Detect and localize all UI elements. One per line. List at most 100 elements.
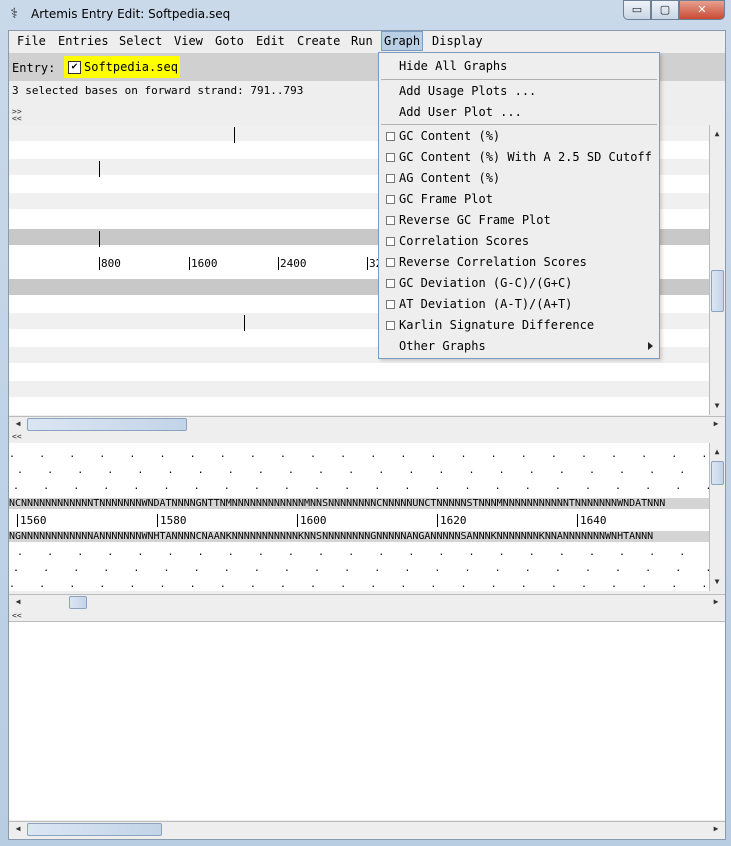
base-ruler-label: 1580 bbox=[157, 514, 187, 527]
menu-run[interactable]: Run bbox=[351, 34, 373, 48]
base-vertical-scrollbar[interactable]: ▲ ▼ bbox=[709, 443, 725, 591]
scroll-up-button[interactable]: ▲ bbox=[710, 127, 724, 141]
close-icon: ✕ bbox=[697, 3, 707, 16]
feature-panel-controls: >> << bbox=[12, 108, 22, 123]
ruler-tick-label: 1600 bbox=[189, 257, 218, 270]
selection-mark bbox=[99, 231, 100, 247]
graph-checkbox-icon[interactable] bbox=[386, 321, 395, 330]
scroll-left-button[interactable]: ◀ bbox=[11, 595, 25, 609]
graph-item-reverse-gc-frame[interactable]: Reverse GC Frame Plot bbox=[399, 213, 551, 227]
graph-checkbox-icon[interactable] bbox=[386, 132, 395, 141]
menu-display[interactable]: Display bbox=[432, 34, 483, 48]
graph-item-gc-deviation[interactable]: GC Deviation (G-C)/(G+C) bbox=[399, 276, 572, 290]
artemis-app-icon: ⚕ bbox=[10, 6, 19, 22]
window-title: Artemis Entry Edit: Softpedia.seq bbox=[31, 7, 231, 21]
frame-dots: . . . . . . . . . . . . . . . . . . . . … bbox=[9, 579, 709, 590]
frame-dots: . . . . . . . . . . . . . . . . . . . . … bbox=[13, 481, 709, 492]
graph-item-gc-frame[interactable]: GC Frame Plot bbox=[399, 192, 493, 206]
add-usage-plots-item[interactable]: Add Usage Plots ... bbox=[399, 84, 536, 98]
base-ruler-label: 1640 bbox=[577, 514, 607, 527]
base-ruler-label: 1600 bbox=[297, 514, 327, 527]
menu-separator bbox=[381, 124, 657, 125]
minimize-button[interactable]: ▭ bbox=[623, 0, 651, 20]
graph-checkbox-icon[interactable] bbox=[386, 258, 395, 267]
ruler-tick-label: 2400 bbox=[278, 257, 307, 270]
graph-item-karlin[interactable]: Karlin Signature Difference bbox=[399, 318, 594, 332]
menu-bar: File Entries Select View Goto Edit Creat… bbox=[9, 31, 725, 53]
entry-checkbox[interactable]: ✔ bbox=[68, 61, 81, 74]
graph-item-ag-content[interactable]: AG Content (%) bbox=[399, 171, 500, 185]
scroll-left-button[interactable]: ◀ bbox=[11, 822, 25, 836]
menu-entries[interactable]: Entries bbox=[58, 34, 109, 48]
menu-graph[interactable]: Graph bbox=[381, 31, 424, 51]
graph-checkbox-icon[interactable] bbox=[386, 174, 395, 183]
graph-checkbox-icon[interactable] bbox=[386, 237, 395, 246]
ruler-tick-label: 800 bbox=[99, 257, 121, 270]
scroll-down-button[interactable]: ▼ bbox=[710, 399, 724, 413]
base-panel-controls: << bbox=[12, 433, 22, 441]
collapse-button[interactable]: << bbox=[12, 612, 22, 620]
scroll-thumb[interactable] bbox=[27, 823, 162, 836]
graph-item-correlation[interactable]: Correlation Scores bbox=[399, 234, 529, 248]
graph-checkbox-icon[interactable] bbox=[386, 195, 395, 204]
menu-file[interactable]: File bbox=[17, 34, 46, 48]
minimize-icon: ▭ bbox=[631, 3, 643, 16]
graph-checkbox-icon[interactable] bbox=[386, 300, 395, 309]
menu-create[interactable]: Create bbox=[297, 34, 340, 48]
menu-view[interactable]: View bbox=[174, 34, 203, 48]
scroll-thumb[interactable] bbox=[27, 418, 187, 431]
entry-name: Softpedia.seq bbox=[84, 60, 178, 74]
scroll-left-button[interactable]: ◀ bbox=[11, 417, 25, 431]
frame-dots: . . . . . . . . . . . . . . . . . . . . … bbox=[17, 465, 709, 476]
maximize-icon: ▢ bbox=[659, 3, 671, 16]
collapse-button[interactable]: << bbox=[12, 115, 22, 123]
stop-codon-mark bbox=[244, 315, 245, 331]
title-bar[interactable]: ⚕ Artemis Entry Edit: Softpedia.seq ▭ ▢ … bbox=[0, 0, 731, 30]
frame-dots: . . . . . . . . . . . . . . . . . . . . … bbox=[13, 563, 709, 574]
frame-dots: . . . . . . . . . . . . . . . . . . . . … bbox=[17, 547, 709, 558]
hide-all-graphs-item[interactable]: Hide All Graphs bbox=[399, 59, 507, 73]
menu-edit[interactable]: Edit bbox=[256, 34, 285, 48]
close-button[interactable]: ✕ bbox=[679, 0, 725, 20]
scroll-right-button[interactable]: ▶ bbox=[709, 822, 723, 836]
entry-toggle[interactable]: ✔ Softpedia.seq bbox=[64, 56, 180, 78]
application-window: ⚕ Artemis Entry Edit: Softpedia.seq ▭ ▢ … bbox=[0, 0, 731, 846]
scroll-right-button[interactable]: ▶ bbox=[709, 417, 723, 431]
reverse-sequence[interactable]: NGNNNNNNNNNNNNANNNNNNNWNHTANNNNCNAANKNNN… bbox=[9, 531, 709, 542]
feature-vertical-scrollbar[interactable]: ▲ ▼ bbox=[709, 125, 725, 415]
graph-checkbox-icon[interactable] bbox=[386, 153, 395, 162]
graph-checkbox-icon[interactable] bbox=[386, 279, 395, 288]
base-ruler-label: 1620 bbox=[437, 514, 467, 527]
list-horizontal-scrollbar[interactable]: ◀ ▶ bbox=[9, 821, 725, 837]
base-display[interactable]: . . . . . . . . . . . . . . . . . . . . … bbox=[9, 443, 709, 591]
scroll-thumb[interactable] bbox=[711, 461, 724, 485]
list-panel-controls: << bbox=[12, 612, 22, 620]
feature-list[interactable] bbox=[9, 621, 725, 820]
menu-separator bbox=[381, 79, 657, 80]
feature-horizontal-scrollbar[interactable]: ◀ ▶ bbox=[9, 416, 725, 432]
menu-goto[interactable]: Goto bbox=[215, 34, 244, 48]
graph-checkbox-icon[interactable] bbox=[386, 216, 395, 225]
forward-sequence[interactable]: NCNNNNNNNNNNNNTNNNNNNNWNDATNNNNGNTTNMNNN… bbox=[9, 498, 709, 509]
menu-select[interactable]: Select bbox=[119, 34, 162, 48]
graph-item-gc-content-sd[interactable]: GC Content (%) With A 2.5 SD Cutoff bbox=[399, 150, 652, 164]
frame-dots: . . . . . . . . . . . . . . . . . . . . … bbox=[9, 449, 709, 460]
base-horizontal-scrollbar[interactable]: ◀ ▶ bbox=[9, 594, 725, 610]
scroll-right-button[interactable]: ▶ bbox=[709, 595, 723, 609]
graph-item-reverse-correlation[interactable]: Reverse Correlation Scores bbox=[399, 255, 587, 269]
selection-status: 3 selected bases on forward strand: 791.… bbox=[12, 84, 304, 97]
other-graphs-submenu[interactable]: Other Graphs bbox=[399, 339, 486, 353]
frame-row bbox=[9, 381, 709, 397]
graph-item-at-deviation[interactable]: AT Deviation (A-T)/(A+T) bbox=[399, 297, 572, 311]
scroll-thumb[interactable] bbox=[711, 270, 724, 312]
entry-label: Entry: bbox=[12, 61, 56, 75]
collapse-button[interactable]: << bbox=[12, 433, 22, 441]
scroll-down-button[interactable]: ▼ bbox=[710, 575, 724, 589]
graph-item-gc-content[interactable]: GC Content (%) bbox=[399, 129, 500, 143]
maximize-button[interactable]: ▢ bbox=[651, 0, 679, 20]
base-ruler-label: 1560 bbox=[17, 514, 47, 527]
scroll-thumb[interactable] bbox=[69, 596, 87, 609]
scroll-up-button[interactable]: ▲ bbox=[710, 445, 724, 459]
submenu-arrow-icon bbox=[648, 342, 653, 350]
add-user-plot-item[interactable]: Add User Plot ... bbox=[399, 105, 522, 119]
